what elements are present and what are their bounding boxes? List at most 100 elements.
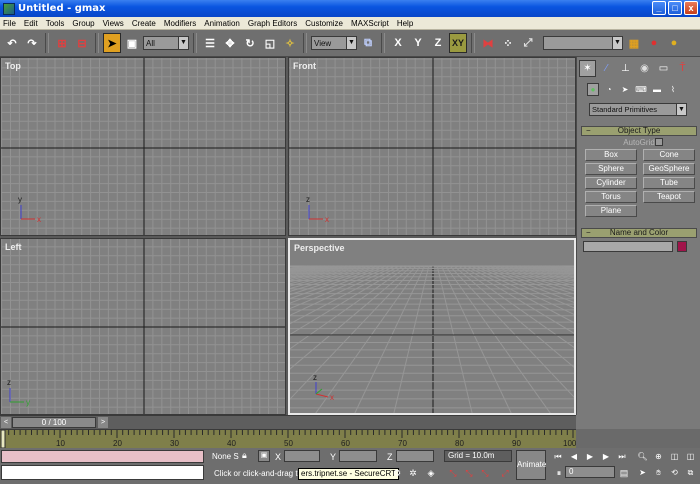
pivot-center-icon[interactable]: ⧉ xyxy=(359,33,377,53)
prev-frame-icon[interactable]: ◀ xyxy=(568,451,580,463)
field-of-view-icon[interactable]: ➤ xyxy=(636,466,649,479)
pan-icon[interactable]: ✋︎ xyxy=(652,466,665,479)
menu-animation[interactable]: Animation xyxy=(204,19,240,28)
undo-icon[interactable]: ↶ xyxy=(3,33,21,53)
tube-button[interactable]: Tube xyxy=(643,177,695,189)
restrict-z-button[interactable]: Z xyxy=(429,33,447,53)
angle-snap-icon[interactable]: ✲ xyxy=(406,467,420,480)
utilities-tab-icon[interactable]: Ť xyxy=(674,60,691,77)
hierarchy-tab-icon[interactable]: ⊥ xyxy=(617,60,634,77)
menu-edit[interactable]: Edit xyxy=(24,19,38,28)
zoom-extents-all-icon[interactable]: ◫ xyxy=(684,450,697,463)
restrict-x-button[interactable]: X xyxy=(389,33,407,53)
select-object-icon[interactable]: ➤ xyxy=(103,33,121,53)
material-editor-icon[interactable]: ▦ xyxy=(625,33,643,53)
link-icon[interactable]: ⊞ xyxy=(53,33,71,53)
menu-maxscript[interactable]: MAXScript xyxy=(351,19,389,28)
sphere-button[interactable]: Sphere xyxy=(585,163,637,175)
keyframe-icon[interactable]: ⤢ xyxy=(498,467,512,480)
time-slider[interactable]: < 0 / 100 > xyxy=(0,415,576,429)
space-warps-icon[interactable]: ⌇ xyxy=(667,83,679,96)
menu-group[interactable]: Group xyxy=(72,19,94,28)
restrict-xy-button[interactable]: XY xyxy=(449,33,467,53)
play-icon[interactable]: ▶ xyxy=(584,451,596,463)
cameras-icon[interactable]: ⌨ xyxy=(635,83,647,96)
teapot-button[interactable]: Teapot xyxy=(643,191,695,203)
y-coord-field[interactable] xyxy=(339,450,377,462)
menu-file[interactable]: File xyxy=(3,19,16,28)
maxscript-listener-output[interactable] xyxy=(1,450,204,463)
key-mode-icon[interactable]: ⤡ xyxy=(478,467,492,480)
quick-render-icon[interactable]: ● xyxy=(665,33,683,53)
viewport-perspective[interactable]: Perspective z x xyxy=(288,238,576,415)
menu-modifiers[interactable]: Modifiers xyxy=(164,19,196,28)
snap-toggle-icon[interactable]: ⚙ xyxy=(390,467,404,480)
select-by-name-icon[interactable]: ☰ xyxy=(201,33,219,53)
time-next-arrow-icon[interactable]: > xyxy=(98,417,108,428)
viewport-left[interactable]: Left z y xyxy=(0,238,286,415)
display-tab-icon[interactable]: ▭ xyxy=(655,60,672,77)
absolute-mode-icon[interactable]: ▣ xyxy=(258,450,270,462)
modify-tab-icon[interactable]: ⁄ xyxy=(598,60,615,77)
redo-icon[interactable]: ↷ xyxy=(23,33,41,53)
array-icon[interactable]: ⁘ xyxy=(499,33,517,53)
current-frame-field[interactable]: 0 xyxy=(565,466,615,478)
set-key-icon[interactable]: ⤡ xyxy=(462,467,476,480)
unlink-icon[interactable]: ⊟ xyxy=(73,33,91,53)
shapes-icon[interactable]: ◔ xyxy=(603,83,615,96)
key-mode-toggle-icon[interactable]: ⏸ xyxy=(552,467,566,480)
geometry-icon[interactable]: ● xyxy=(587,83,599,96)
menu-tools[interactable]: Tools xyxy=(46,19,65,28)
object-name-field[interactable] xyxy=(583,241,673,252)
box-button[interactable]: Box xyxy=(585,149,637,161)
object-color-swatch[interactable] xyxy=(677,241,687,252)
cylinder-button[interactable]: Cylinder xyxy=(585,177,637,189)
close-button[interactable]: x xyxy=(684,1,698,15)
lights-icon[interactable]: ➤ xyxy=(619,83,631,96)
percent-snap-icon[interactable]: ◈ xyxy=(424,467,438,480)
arc-rotate-icon[interactable]: ⟲ xyxy=(668,466,681,479)
name-color-header[interactable]: − Name and Color xyxy=(581,228,697,238)
align-icon[interactable]: ⤢ xyxy=(519,33,537,53)
selection-filter-dropdown[interactable]: All ▼ xyxy=(143,36,189,50)
maximize-button[interactable]: □ xyxy=(668,1,682,15)
render-icon[interactable]: ● xyxy=(645,33,663,53)
plane-button[interactable]: Plane xyxy=(585,205,637,217)
goto-start-icon[interactable]: ⏮ xyxy=(552,451,564,463)
autogrid-checkbox[interactable] xyxy=(655,138,663,146)
zoom-extents-icon[interactable]: ◫ xyxy=(668,450,681,463)
z-coord-field[interactable] xyxy=(396,450,434,462)
menu-graph-editors[interactable]: Graph Editors xyxy=(248,19,297,28)
x-coord-field[interactable] xyxy=(284,450,320,462)
maxscript-listener-input[interactable] xyxy=(1,465,204,480)
menu-views[interactable]: Views xyxy=(103,19,124,28)
rotate-icon[interactable]: ↻ xyxy=(241,33,259,53)
viewport-top[interactable]: Top y x xyxy=(0,57,286,236)
move-icon[interactable]: ✥ xyxy=(221,33,239,53)
min-max-toggle-icon[interactable]: ⧉ xyxy=(684,466,697,479)
menu-customize[interactable]: Customize xyxy=(305,19,343,28)
scale-icon[interactable]: ◱ xyxy=(261,33,279,53)
time-prev-arrow-icon[interactable]: < xyxy=(1,417,11,428)
cone-button[interactable]: Cone xyxy=(643,149,695,161)
geosphere-button[interactable]: GeoSphere xyxy=(643,163,695,175)
zoom-all-icon[interactable]: ⊕ xyxy=(652,450,665,463)
minimize-button[interactable]: _ xyxy=(652,1,666,15)
key-filter-icon[interactable]: ⤡ xyxy=(446,467,460,480)
zoom-icon[interactable]: 🔍︎ xyxy=(636,450,649,463)
object-type-header[interactable]: − Object Type xyxy=(581,126,697,136)
animate-button[interactable]: Animate xyxy=(516,450,546,480)
torus-button[interactable]: Torus xyxy=(585,191,637,203)
create-tab-icon[interactable]: ✶ xyxy=(579,60,596,77)
named-selection-dropdown[interactable]: ▼ xyxy=(543,36,623,50)
primitive-category-dropdown[interactable]: Standard Primitives ▼ xyxy=(589,103,687,116)
next-frame-icon[interactable]: ▶ xyxy=(600,451,612,463)
time-config-icon[interactable]: ▤ xyxy=(617,467,631,480)
reference-coord-dropdown[interactable]: View ▼ xyxy=(311,36,357,50)
menu-help[interactable]: Help xyxy=(397,19,413,28)
region-select-icon[interactable]: ▣ xyxy=(123,33,141,53)
time-slider-thumb[interactable]: 0 / 100 xyxy=(12,417,96,428)
goto-end-icon[interactable]: ⏭ xyxy=(616,451,628,463)
track-bar[interactable]: 10 20 30 40 50 60 70 80 90 100 xyxy=(0,429,576,449)
motion-tab-icon[interactable]: ◉ xyxy=(636,60,653,77)
